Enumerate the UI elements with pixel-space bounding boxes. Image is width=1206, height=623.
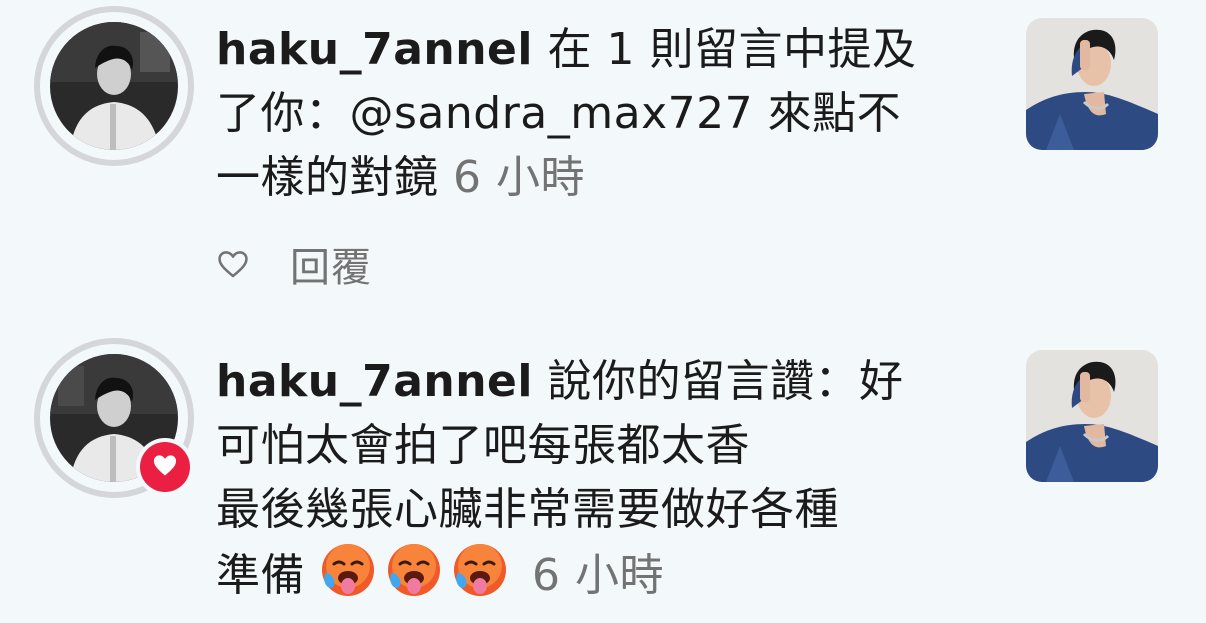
username-link[interactable]: haku_7annel: [216, 356, 533, 407]
message-line: 最後幾張心臟非常需要做好各種: [216, 484, 839, 535]
message-line: 準備: [216, 550, 305, 601]
notification-like-comment[interactable]: haku_7annel 說你的留言讚：好 可怕太會拍了吧每張都太香 最後幾張心臟…: [0, 0, 1206, 623]
hot-face-emoji: [452, 542, 508, 616]
timestamp: 6 小時: [532, 550, 664, 601]
message-line: 可怕太會拍了吧每張都太香: [216, 420, 750, 471]
post-thumbnail[interactable]: [1026, 350, 1158, 482]
hot-face-emoji: [386, 542, 442, 616]
avatar[interactable]: [34, 338, 194, 498]
like-badge: [136, 438, 194, 496]
hot-face-emoji: [320, 542, 376, 616]
message-line: 說你的留言讚：好: [547, 356, 904, 407]
notification-text: haku_7annel 說你的留言讚：好 可怕太會拍了吧每張都太香 最後幾張心臟…: [216, 350, 996, 616]
heart-filled-icon: [151, 451, 179, 483]
